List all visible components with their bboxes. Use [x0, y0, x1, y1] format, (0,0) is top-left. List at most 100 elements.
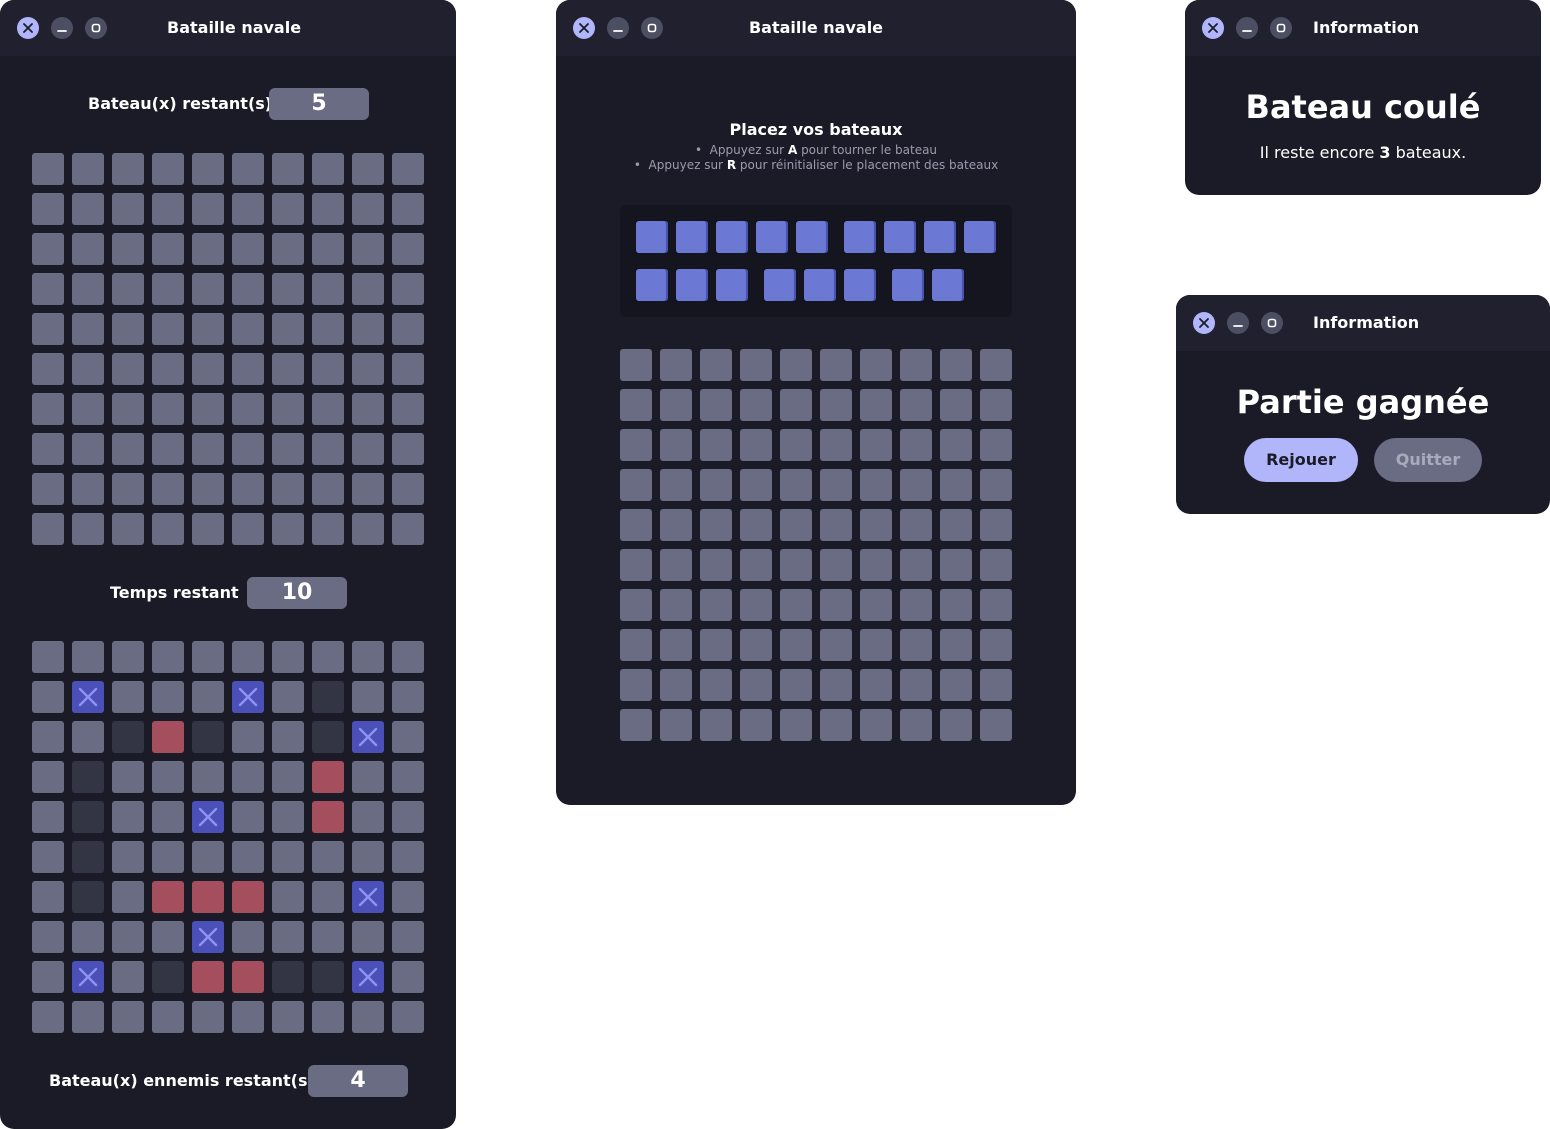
enemy-grid-cell[interactable]: [272, 881, 304, 913]
enemy-grid-cell[interactable]: [232, 1001, 264, 1033]
enemy-cell-miss[interactable]: [152, 961, 184, 993]
enemy-grid-cell[interactable]: [112, 681, 144, 713]
placement-grid-cell[interactable]: [820, 469, 852, 501]
placement-grid-cell[interactable]: [780, 629, 812, 661]
placement-grid-cell[interactable]: [980, 709, 1012, 741]
placement-grid-cell[interactable]: [820, 429, 852, 461]
placement-grid-cell[interactable]: [860, 669, 892, 701]
player-grid-cell[interactable]: [112, 353, 144, 385]
enemy-grid-cell[interactable]: [312, 1001, 344, 1033]
enemy-cell-shot[interactable]: [72, 961, 104, 993]
placement-grid-cell[interactable]: [660, 549, 692, 581]
enemy-cell-miss[interactable]: [312, 721, 344, 753]
enemy-cell-miss[interactable]: [72, 841, 104, 873]
placement-grid-cell[interactable]: [980, 549, 1012, 581]
placement-grid-cell[interactable]: [900, 629, 932, 661]
player-grid-cell[interactable]: [112, 473, 144, 505]
player-grid-cell[interactable]: [152, 233, 184, 265]
placement-grid-cell[interactable]: [700, 389, 732, 421]
player-grid-cell[interactable]: [72, 513, 104, 545]
enemy-grid-cell[interactable]: [392, 801, 424, 833]
player-grid-cell[interactable]: [232, 393, 264, 425]
player-grid-cell[interactable]: [392, 153, 424, 185]
enemy-cell-miss[interactable]: [312, 961, 344, 993]
ship-3[interactable]: [764, 269, 884, 301]
quit-button[interactable]: Quitter: [1374, 438, 1482, 482]
placement-grid-cell[interactable]: [780, 509, 812, 541]
enemy-grid-cell[interactable]: [272, 641, 304, 673]
enemy-grid-cell[interactable]: [312, 921, 344, 953]
player-grid-cell[interactable]: [312, 273, 344, 305]
enemy-grid-cell[interactable]: [72, 721, 104, 753]
player-grid-cell[interactable]: [192, 433, 224, 465]
player-grid-cell[interactable]: [112, 193, 144, 225]
ship-5[interactable]: [636, 221, 836, 253]
player-grid-cell[interactable]: [232, 433, 264, 465]
placement-grid-cell[interactable]: [900, 429, 932, 461]
placement-grid-cell[interactable]: [780, 589, 812, 621]
player-grid-cell[interactable]: [32, 513, 64, 545]
close-button[interactable]: [1202, 17, 1224, 39]
player-grid-cell[interactable]: [352, 513, 384, 545]
player-grid-cell[interactable]: [32, 473, 64, 505]
player-grid-cell[interactable]: [112, 153, 144, 185]
placement-grid-cell[interactable]: [660, 429, 692, 461]
placement-grid-cell[interactable]: [780, 709, 812, 741]
enemy-grid-cell[interactable]: [232, 641, 264, 673]
player-grid-cell[interactable]: [352, 193, 384, 225]
player-grid-cell[interactable]: [72, 313, 104, 345]
placement-grid-cell[interactable]: [820, 349, 852, 381]
placement-grid-cell[interactable]: [620, 509, 652, 541]
player-grid-cell[interactable]: [312, 233, 344, 265]
placement-grid-cell[interactable]: [780, 429, 812, 461]
player-grid-cell[interactable]: [272, 313, 304, 345]
enemy-cell-miss[interactable]: [72, 801, 104, 833]
enemy-grid-cell[interactable]: [32, 1001, 64, 1033]
player-grid-cell[interactable]: [272, 433, 304, 465]
player-grid-cell[interactable]: [72, 233, 104, 265]
player-grid-cell[interactable]: [272, 233, 304, 265]
player-grid-cell[interactable]: [192, 353, 224, 385]
enemy-grid-cell[interactable]: [72, 1001, 104, 1033]
player-grid-cell[interactable]: [392, 313, 424, 345]
player-grid-cell[interactable]: [352, 433, 384, 465]
player-grid-cell[interactable]: [312, 513, 344, 545]
enemy-grid-cell[interactable]: [152, 921, 184, 953]
placement-grid-cell[interactable]: [940, 629, 972, 661]
placement-grid-cell[interactable]: [740, 549, 772, 581]
enemy-grid-cell[interactable]: [392, 761, 424, 793]
player-grid-cell[interactable]: [32, 273, 64, 305]
player-grid-cell[interactable]: [152, 393, 184, 425]
placement-grid-cell[interactable]: [900, 509, 932, 541]
placement-grid-cell[interactable]: [860, 509, 892, 541]
enemy-grid-cell[interactable]: [392, 921, 424, 953]
player-grid-cell[interactable]: [392, 193, 424, 225]
placement-grid-cell[interactable]: [820, 669, 852, 701]
enemy-cell-hit[interactable]: [232, 961, 264, 993]
placement-grid-cell[interactable]: [860, 629, 892, 661]
enemy-grid-cell[interactable]: [112, 961, 144, 993]
player-grid-cell[interactable]: [392, 273, 424, 305]
placement-grid-cell[interactable]: [980, 389, 1012, 421]
placement-grid-cell[interactable]: [980, 429, 1012, 461]
player-grid-cell[interactable]: [112, 233, 144, 265]
player-grid-cell[interactable]: [192, 273, 224, 305]
placement-grid-cell[interactable]: [740, 349, 772, 381]
player-grid-cell[interactable]: [392, 353, 424, 385]
player-grid-cell[interactable]: [112, 393, 144, 425]
placement-grid-cell[interactable]: [940, 549, 972, 581]
placement-grid-cell[interactable]: [820, 549, 852, 581]
placement-grid-cell[interactable]: [740, 709, 772, 741]
placement-grid-cell[interactable]: [940, 709, 972, 741]
minimize-button[interactable]: [1227, 312, 1249, 334]
placement-grid-cell[interactable]: [980, 589, 1012, 621]
enemy-grid-cell[interactable]: [32, 841, 64, 873]
ship-4[interactable]: [844, 221, 1004, 253]
enemy-grid-cell[interactable]: [392, 721, 424, 753]
enemy-grid-cell[interactable]: [232, 841, 264, 873]
placement-grid-cell[interactable]: [940, 389, 972, 421]
placement-grid-cell[interactable]: [980, 629, 1012, 661]
placement-grid-cell[interactable]: [860, 389, 892, 421]
enemy-grid-cell[interactable]: [32, 721, 64, 753]
enemy-grid-cell[interactable]: [272, 921, 304, 953]
